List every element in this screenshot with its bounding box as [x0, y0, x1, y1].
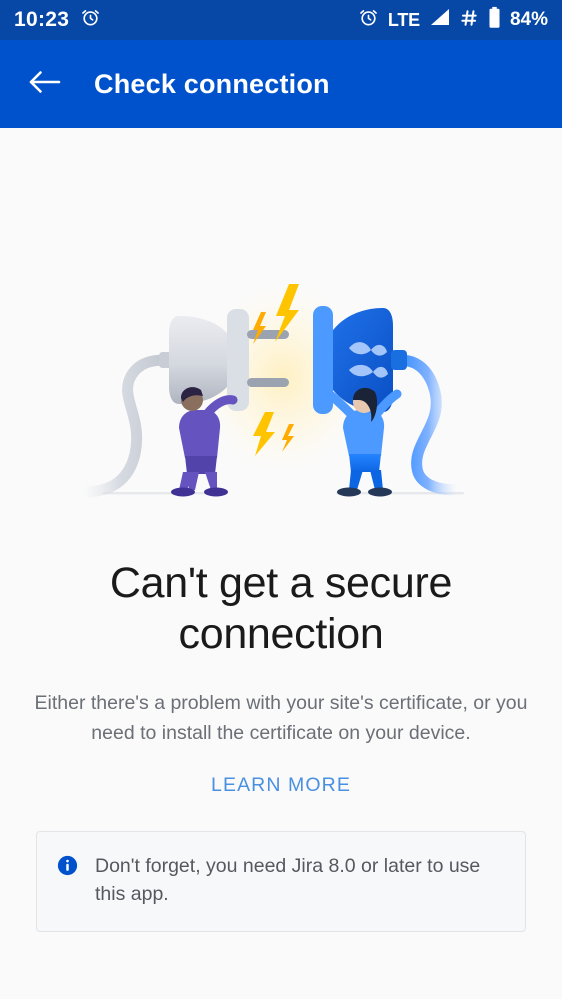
error-description: Either there's a problem with your site'… — [34, 692, 528, 744]
alarm-clock-icon — [80, 7, 101, 33]
back-arrow-icon — [28, 67, 62, 102]
learn-more-button[interactable]: LEARN MORE — [211, 774, 351, 797]
back-button[interactable] — [22, 61, 68, 107]
battery-icon — [488, 6, 501, 34]
status-bar-right: LTE 84% — [358, 6, 548, 34]
info-banner: Don't forget, you need Jira 8.0 or later… — [36, 830, 526, 932]
battery-percentage: 84% — [509, 9, 548, 30]
page-title: Check connection — [94, 68, 330, 99]
status-bar: 10:23 LTE 84% — [0, 0, 562, 40]
signal-bars-icon — [429, 8, 451, 32]
status-bar-left: 10:23 — [14, 7, 101, 33]
network-type-label: LTE — [387, 9, 420, 30]
info-circle-icon — [57, 855, 78, 881]
hash-icon — [460, 8, 479, 33]
content-area: Can't get a secure connection Either the… — [0, 128, 562, 999]
error-headline: Can't get a secure connection — [109, 559, 453, 658]
info-banner-text: Don't forget, you need Jira 8.0 or later… — [95, 854, 481, 906]
alarm-clock-icon-right — [358, 7, 379, 33]
status-bar-clock: 10:23 — [14, 8, 70, 31]
phone-screen: 10:23 LTE 84% Check connection Can't get… — [0, 0, 562, 999]
app-bar: Check connection — [0, 40, 562, 128]
disconnected-plug-illustration — [61, 276, 501, 506]
